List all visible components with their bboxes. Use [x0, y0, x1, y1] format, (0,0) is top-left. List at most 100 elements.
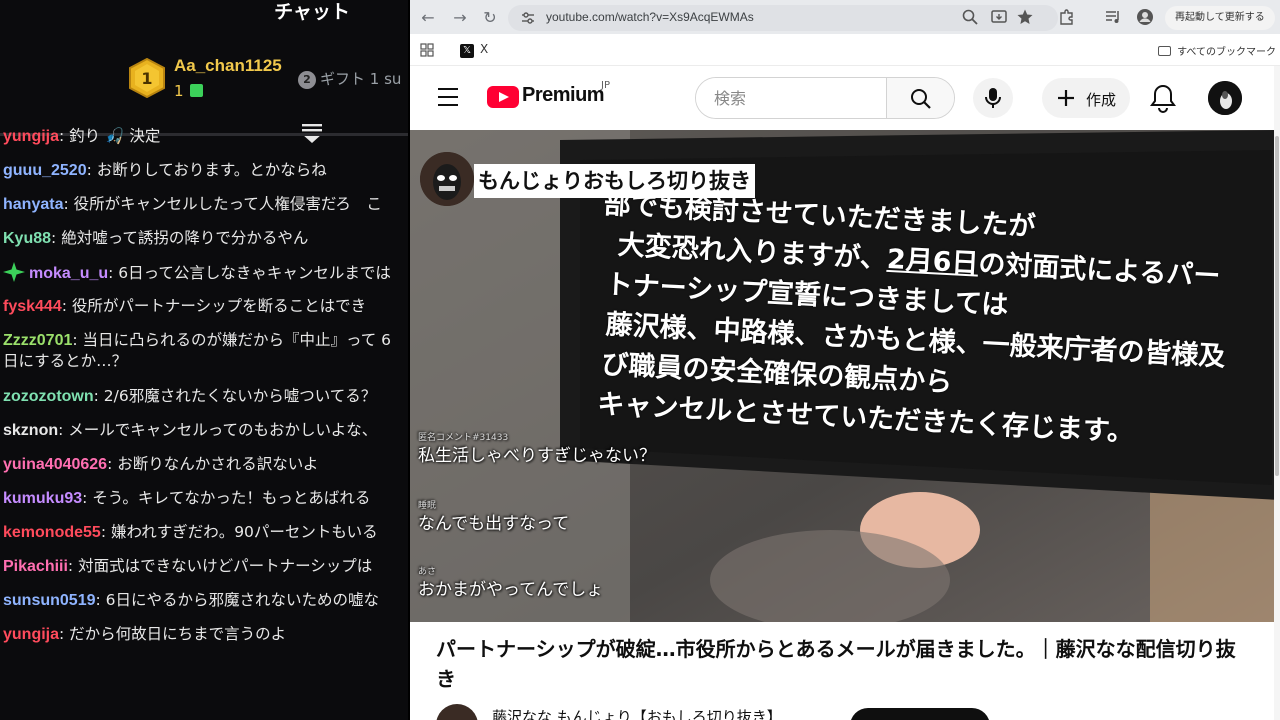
search-box	[695, 77, 955, 119]
chat-username[interactable]: yuina4040626	[3, 456, 107, 473]
voice-search-button[interactable]	[973, 78, 1013, 118]
chat-message: guuu_2520: お断りしております。とかならね	[0, 160, 408, 194]
scrollbar-thumb[interactable]	[1275, 136, 1279, 476]
chat-message: Pikachiii: 対面式はできないけどパートナーシップは	[0, 556, 408, 590]
account-avatar[interactable]	[1208, 81, 1242, 115]
bookmark-x[interactable]: 𝕏X	[460, 42, 488, 58]
chat-separator: :	[100, 523, 111, 541]
top-gifter-count-value: 1	[174, 82, 184, 100]
search-input[interactable]	[696, 78, 886, 118]
chat-username[interactable]: skznon	[3, 422, 58, 439]
folder-icon	[1158, 46, 1172, 56]
chat-username[interactable]: sunsun0519	[3, 592, 95, 609]
chat-message: zozozotown: 2/6邪魔されたくないから嘘ついてる？	[0, 386, 408, 420]
chat-separator: :	[72, 331, 83, 349]
chat-separator: :	[86, 161, 97, 179]
chat-message-list: yungija: 釣り 🎣 決定 guuu_2520: お断りしております。とかな…	[0, 126, 408, 658]
chat-message-text: 6日って公言しなきゃキャンセルまでは	[118, 264, 391, 282]
chat-username[interactable]: kumuku93	[3, 490, 82, 507]
rank-1-number: 1	[141, 69, 152, 88]
chat-panel: チャット 1 Aa_chan1125 1 2 ギフト 1 su yungija: …	[0, 0, 408, 720]
browser-window: ← → ↻ youtube.com/watch?v=Xs9AcqEWMAs 再起…	[410, 0, 1280, 720]
chat-username[interactable]: moka_u_u	[29, 265, 108, 282]
search-icon	[911, 89, 931, 109]
chat-username[interactable]: Pikachiii	[3, 558, 68, 575]
channel-avatar[interactable]	[436, 704, 478, 720]
overlay-comment-text: なんでも出すなって	[418, 514, 570, 534]
chat-username[interactable]: fysk444	[3, 298, 62, 315]
chat-separator: :	[51, 229, 62, 247]
relaunch-update-button[interactable]: 再起動して更新する	[1165, 6, 1275, 30]
overlay-comment-text: 私生活しゃべりすぎじゃない？	[418, 446, 656, 466]
page-scrollbar[interactable]	[1274, 66, 1280, 720]
chat-message-text: 2/6邪魔されたくないから嘘ついてる？	[103, 387, 377, 405]
overlay-comment-tag: 匿名コメント#31433	[418, 433, 509, 443]
chat-message: sunsun0519: 6日にやるから邪魔されないための嘘な	[0, 590, 408, 624]
extensions-icon[interactable]	[1058, 8, 1076, 26]
apps-grid-icon[interactable]	[420, 43, 434, 57]
chat-separator: :	[82, 489, 93, 507]
chat-message-text: 釣り 🎣 決定	[69, 127, 161, 145]
back-arrow-icon[interactable]: ←	[418, 8, 438, 28]
youtube-brand[interactable]: Premium	[522, 84, 605, 107]
chat-message-text: 役所がキャンセルしたって人権侵害だろ こ	[73, 195, 382, 213]
menu-icon[interactable]	[438, 88, 458, 106]
second-gifter[interactable]: 2 ギフト 1 su	[298, 68, 401, 89]
youtube-masthead: Premium JP 作成	[410, 66, 1280, 130]
video-player[interactable]: 部でも検討させていただきましたが 大変恐れ入りますが、2月6日の対面式によるパート…	[410, 130, 1280, 622]
video-owner-row: 藤沢なな もんじょり【おもしろ切り抜き】	[436, 704, 1256, 720]
chat-username[interactable]: Zzzz0701	[3, 332, 72, 349]
chat-message-text: お断りなんかされる訳ないよ	[117, 455, 319, 473]
chat-message: Zzzz0701: 当日に凸られるのが嫌だから『中止』って 6日にするとか…？	[0, 330, 408, 386]
chat-message: yungija: 釣り 🎣 決定	[0, 126, 408, 160]
chat-message: yuina4040626: お断りなんかされる訳ないよ	[0, 454, 408, 488]
notifications-bell-icon[interactable]	[1148, 82, 1178, 114]
chat-username[interactable]: hanyata	[3, 196, 63, 213]
chat-separator: :	[61, 297, 72, 315]
profile-icon[interactable]	[1136, 8, 1154, 26]
channel-name[interactable]: 藤沢なな もんじょり【おもしろ切り抜き】	[492, 706, 782, 720]
media-controls-icon[interactable]	[1104, 8, 1122, 26]
subscribe-button[interactable]	[850, 708, 990, 720]
forward-arrow-icon[interactable]: →	[450, 8, 470, 28]
toolbar: ← → ↻ youtube.com/watch?v=Xs9AcqEWMAs 再起…	[410, 0, 1280, 34]
chat-message: kumuku93: そう。キレてなかった！もっとあばれる	[0, 488, 408, 522]
chat-separator: :	[63, 195, 74, 213]
overlay-comment-tag: あさ	[418, 567, 437, 577]
overlay-comment-text: おかまがやってんでしょ	[418, 580, 604, 600]
reload-icon[interactable]: ↻	[480, 8, 500, 28]
chat-message: fysk444: 役所がパートナーシップを断ることはでき	[0, 296, 408, 330]
all-bookmarks-label: すべてのブックマーク	[1177, 47, 1276, 58]
chat-message-text: だから何故日にちまで言うのよ	[69, 625, 287, 643]
chat-username[interactable]: guuu_2520	[3, 162, 87, 179]
chat-message-text: 絶対嘘って誘拐の降りで分かるやん	[61, 229, 309, 247]
install-app-icon[interactable]	[990, 8, 1008, 26]
chat-message: skznon: メールでキャンセルってのもおかしいよな、	[0, 420, 408, 454]
chat-username[interactable]: Kyu88	[3, 230, 51, 247]
search-button[interactable]	[886, 78, 954, 118]
zoom-icon[interactable]	[961, 8, 979, 26]
site-settings-icon[interactable]	[520, 10, 536, 26]
rank-1-badge-icon: 1	[129, 58, 165, 98]
phone-text-date: 2月6日	[886, 243, 980, 280]
bookmark-star-icon[interactable]	[1016, 8, 1034, 26]
create-button[interactable]: 作成	[1042, 78, 1130, 118]
chat-username[interactable]: zozozotown	[3, 388, 94, 405]
chat-message-text: 嫌われすぎだわ。90パーセントもいる	[110, 523, 378, 541]
chat-username[interactable]: yungija	[3, 128, 59, 145]
url-text: youtube.com/watch?v=Xs9AcqEWMAs	[546, 10, 754, 24]
overlay-comment: 匿名コメント#31433 私生活しゃべりすぎじゃない？	[418, 432, 656, 468]
chat-message: moka_u_u: 6日って公言しなきゃキャンセルまでは	[0, 262, 408, 296]
chat-message-text: メールでキャンセルってのもおかしいよな、	[68, 421, 378, 439]
chat-username[interactable]: kemonode55	[3, 524, 101, 541]
top-gifter-name[interactable]: Aa_chan1125	[174, 56, 282, 76]
youtube-logo-icon[interactable]	[487, 86, 519, 108]
microphone-icon	[985, 88, 1001, 108]
overlay-comment-tag: 睡眠	[418, 501, 437, 511]
region-code: JP	[601, 80, 610, 91]
chat-separator: :	[59, 625, 70, 643]
channel-watermark-label: もんじょりおもしろ切り抜き	[474, 164, 755, 198]
all-bookmarks[interactable]: すべてのブックマーク	[1158, 43, 1276, 58]
chat-username[interactable]: yungija	[3, 626, 59, 643]
plus-icon	[1058, 90, 1074, 106]
